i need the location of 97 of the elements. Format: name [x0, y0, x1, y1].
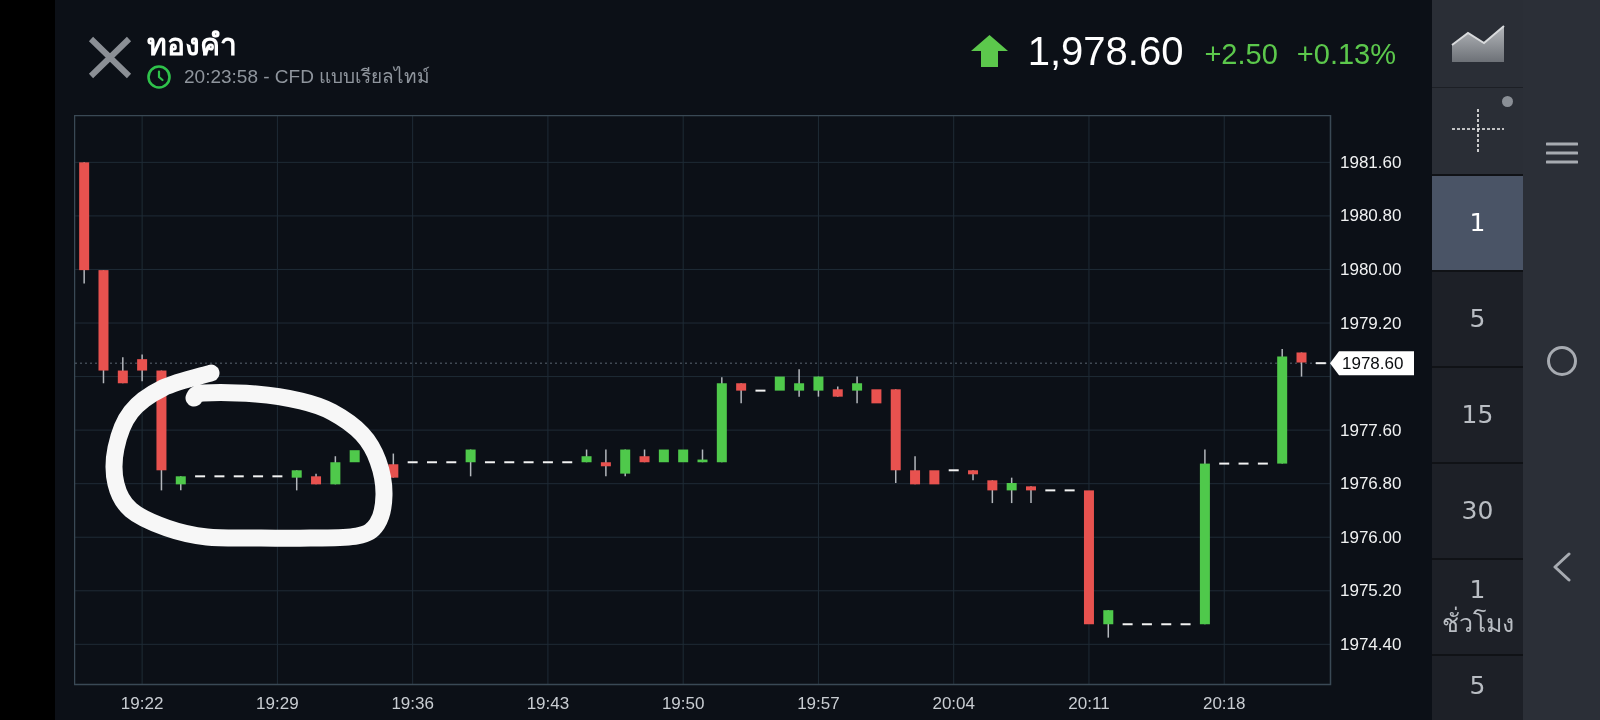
falling-candle [137, 353, 148, 382]
y-axis-label: 1976.80 [1340, 474, 1402, 494]
falling-candle [600, 448, 611, 478]
x-axis-label: 20:04 [932, 693, 975, 713]
menu-icon[interactable] [1545, 141, 1578, 165]
instrument-title: ทองคำ [147, 26, 238, 64]
current-price-tag: 1978.60 [1330, 351, 1414, 376]
flat-candle [1140, 623, 1153, 626]
flat-candle [194, 475, 207, 478]
x-axis-label: 20:11 [1068, 693, 1110, 713]
x-axis-label: 19:50 [661, 693, 705, 713]
timeframe-tab[interactable]: 30 [1432, 464, 1523, 558]
timeframe-tab[interactable]: 1 ชั่วโมง [1432, 560, 1523, 654]
x-axis-label: 19:29 [256, 693, 299, 713]
price-change: +2.50 [1204, 37, 1278, 71]
area-chart-icon [1450, 25, 1505, 62]
rising-candle [330, 455, 341, 486]
dot-icon [1502, 96, 1513, 107]
falling-candle [968, 469, 978, 482]
y-axis-label: 1977.60 [1340, 420, 1402, 440]
rising-candle [697, 448, 708, 463]
y-axis-label: 1974.40 [1340, 634, 1402, 654]
clock-icon [147, 65, 171, 89]
x-axis-label: 19:22 [120, 693, 164, 713]
price-value: 1,978.60 [1027, 28, 1184, 74]
flat-candle [1314, 362, 1327, 365]
flat-candle [1044, 489, 1057, 492]
rising-candle [349, 450, 360, 463]
falling-candle [736, 382, 747, 405]
chevron-left-icon[interactable] [1551, 552, 1572, 582]
flat-candle [426, 461, 438, 464]
rising-candle [794, 368, 805, 398]
rising-candle [678, 449, 689, 463]
flat-candle [213, 475, 226, 478]
y-axis-label: 1976.00 [1340, 527, 1402, 547]
flat-candle [1160, 623, 1173, 626]
timeframe-tab[interactable]: 5 [1432, 272, 1523, 366]
flat-candle [406, 461, 419, 464]
flat-candle [1179, 623, 1192, 626]
falling-candle [929, 470, 940, 485]
flat-candle [561, 461, 574, 464]
falling-candle [117, 356, 128, 384]
flat-candle [1256, 462, 1269, 465]
flat-candle [754, 389, 767, 392]
x-axis-label: 19:57 [797, 693, 840, 713]
flat-candle [1218, 462, 1231, 465]
crosshair-icon [1451, 109, 1504, 153]
y-axis-label: 1980.00 [1340, 259, 1402, 279]
flat-candle [1237, 462, 1250, 465]
rising-candle [774, 376, 785, 391]
flat-candle [483, 461, 496, 464]
falling-candle [639, 448, 650, 463]
flat-candle [522, 461, 535, 464]
rising-candle [465, 448, 476, 478]
chart-type-button[interactable] [1432, 0, 1523, 87]
flat-candle [541, 461, 554, 464]
y-axis-label: 1979.20 [1340, 313, 1402, 333]
flat-candle [947, 469, 960, 472]
rising-candle [1103, 609, 1114, 639]
rising-candle [658, 449, 669, 463]
falling-candle [1026, 485, 1036, 504]
flat-candle [445, 461, 458, 464]
y-axis-label: 1980.80 [1340, 206, 1402, 226]
flat-candle [1121, 623, 1134, 626]
falling-candle [987, 479, 998, 504]
rising-candle [291, 469, 302, 492]
falling-candle [832, 385, 843, 398]
x-axis-label: 20:18 [1202, 693, 1246, 713]
circle-icon[interactable] [1545, 345, 1578, 377]
rising-candle [1006, 476, 1017, 504]
falling-candle [910, 455, 921, 486]
y-axis-label: 1981.60 [1340, 152, 1402, 172]
falling-candle [871, 389, 882, 404]
ref-line-label: 1978.60 [1342, 353, 1404, 373]
rising-candle [581, 448, 592, 463]
crosshair-button[interactable] [1432, 88, 1523, 174]
market-status: 20:23:58 - CFD แบบเรียลไทม์ [184, 65, 431, 89]
flat-candle [1063, 489, 1076, 492]
flat-candle [232, 475, 245, 478]
x-axis-label: 19:36 [391, 693, 434, 713]
rising-candle [620, 448, 631, 478]
percent-change: +0.13% [1296, 37, 1396, 71]
falling-candle [1296, 351, 1307, 378]
falling-candle [311, 472, 322, 486]
timeframe-tab[interactable]: 5 [1432, 656, 1523, 720]
rising-candle [813, 375, 824, 398]
falling-candle [388, 452, 399, 479]
rising-candle [852, 375, 863, 405]
timeframe-tab[interactable]: 1 [1432, 176, 1523, 270]
close-icon[interactable] [88, 36, 132, 79]
flat-candle [252, 475, 265, 478]
x-axis-label: 19:43 [526, 693, 570, 713]
flat-candle [271, 475, 284, 478]
flat-candle [503, 461, 516, 464]
rising-candle [175, 475, 186, 492]
y-axis-label: 1975.20 [1340, 581, 1402, 601]
timeframe-tab[interactable]: 15 [1432, 368, 1523, 462]
